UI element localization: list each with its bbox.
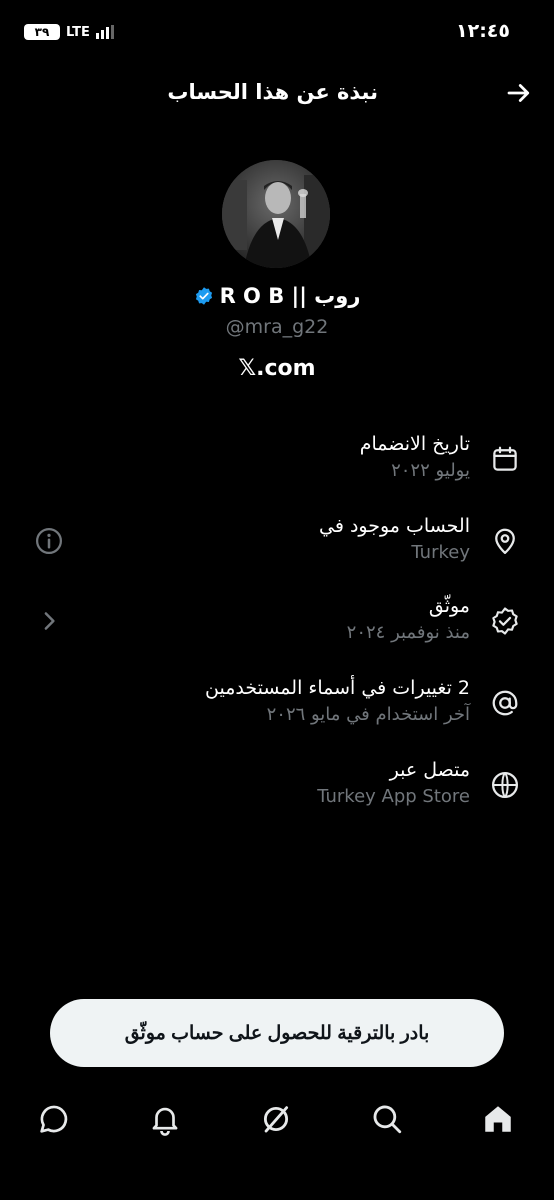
status-bar: ٣٩ LTE ١٢:٤٥ bbox=[0, 0, 554, 64]
grok-icon[interactable] bbox=[259, 1102, 293, 1136]
user-handle: @mra_g22 bbox=[225, 316, 329, 338]
signal-icon bbox=[95, 25, 114, 39]
avatar[interactable] bbox=[222, 160, 330, 268]
info-row-connected-via: متصل عبر Turkey App Store bbox=[0, 756, 554, 826]
row-title: تاريخ الانضمام bbox=[359, 433, 470, 455]
network-type: LTE bbox=[66, 24, 90, 40]
at-sign-icon bbox=[492, 690, 518, 716]
status-time: ١٢:٤٥ bbox=[456, 20, 510, 42]
row-subtitle: Turkey App Store bbox=[317, 786, 470, 807]
display-name-row: روب || R O B bbox=[0, 284, 554, 308]
row-subtitle: Turkey bbox=[411, 542, 470, 563]
display-name: روب || R O B bbox=[219, 284, 361, 308]
status-indicators: ٣٩ LTE bbox=[24, 24, 114, 40]
upgrade-verified-button[interactable]: بادر بالترقية للحصول على حساب موثّق bbox=[50, 999, 504, 1067]
calendar-icon bbox=[493, 446, 517, 471]
arrow-right-icon[interactable] bbox=[504, 78, 534, 108]
verified-badge-icon[interactable] bbox=[194, 286, 214, 306]
platform-label: 𝕏.com bbox=[238, 356, 316, 381]
bottom-nav bbox=[0, 1090, 554, 1154]
info-row-join-date: تاريخ الانضمام يوليو ٢٠٢٢ bbox=[0, 430, 554, 500]
chevron-left-icon[interactable] bbox=[34, 606, 64, 636]
page-title: نبذة عن هذا الحساب bbox=[167, 80, 378, 104]
info-icon[interactable] bbox=[34, 526, 64, 556]
header: نبذة عن هذا الحساب bbox=[0, 72, 554, 116]
info-row-verified[interactable]: موثّق منذ نوفمبر ٢٠٢٤ bbox=[0, 592, 554, 662]
row-subtitle: يوليو ٢٠٢٢ bbox=[391, 460, 470, 481]
messages-icon[interactable] bbox=[37, 1102, 71, 1136]
info-row-username-changes: 2 تغييرات في أسماء المستخدمين آخر استخدا… bbox=[0, 674, 554, 744]
verified-check-icon bbox=[492, 607, 518, 635]
row-title: الحساب موجود في bbox=[319, 515, 470, 537]
row-subtitle: آخر استخدام في مايو ٢٠٢٦ bbox=[266, 704, 470, 725]
location-pin-icon bbox=[495, 528, 515, 554]
notifications-icon[interactable] bbox=[148, 1102, 182, 1136]
row-subtitle: منذ نوفمبر ٢٠٢٤ bbox=[346, 622, 470, 643]
globe-icon bbox=[492, 772, 518, 798]
battery-icon: ٣٩ bbox=[24, 24, 60, 40]
row-title: متصل عبر bbox=[389, 759, 470, 781]
search-icon[interactable] bbox=[370, 1102, 404, 1136]
row-title: 2 تغييرات في أسماء المستخدمين bbox=[205, 677, 470, 699]
row-title: موثّق bbox=[428, 595, 470, 617]
home-icon[interactable] bbox=[481, 1102, 515, 1136]
info-row-location: الحساب موجود في Turkey bbox=[0, 512, 554, 582]
